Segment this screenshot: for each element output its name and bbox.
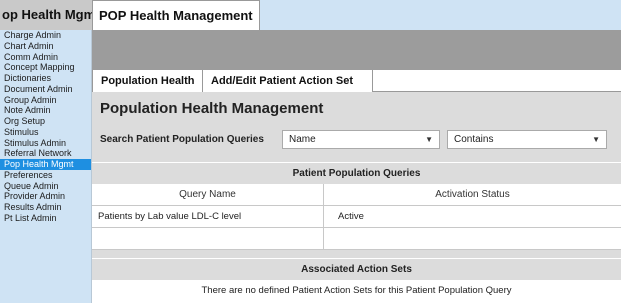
header-band — [92, 30, 621, 70]
tab-population-health[interactable]: Population Health — [92, 70, 203, 92]
sidebar-item-pop-health-mgmt[interactable]: Pop Health Mgmt — [0, 159, 91, 170]
queries-heading: Patient Population Queries — [92, 162, 621, 184]
sidebar-item-group-admin[interactable]: Group Admin — [0, 95, 91, 106]
sidebar-item-results-admin[interactable]: Results Admin — [0, 202, 91, 213]
sidebar-item-note-admin[interactable]: Note Admin — [0, 105, 91, 116]
sidebar-item-document-admin[interactable]: Document Admin — [0, 84, 91, 95]
column-header-activation-status[interactable]: Activation Status — [324, 184, 621, 206]
query-name-cell[interactable]: Patients by Lab value LDL-C level — [92, 206, 324, 228]
activation-status-cell: Active — [338, 211, 364, 222]
table-row[interactable]: Patients by Lab value LDL-C level Active — [92, 206, 621, 228]
sidebar-item-concept-mapping[interactable]: Concept Mapping — [0, 62, 91, 73]
sidebar-title: op Health Mgmt — [0, 0, 92, 30]
sidebar-item-queue-admin[interactable]: Queue Admin — [0, 181, 91, 192]
action-sets-heading: Associated Action Sets — [92, 258, 621, 280]
chevron-down-icon: ▼ — [592, 135, 600, 144]
action-sets-empty-message: There are no defined Patient Action Sets… — [92, 280, 621, 303]
empty-cell — [92, 228, 324, 250]
table-row-empty — [92, 228, 621, 250]
column-header-query-name[interactable]: Query Name — [92, 184, 324, 206]
main-panel: Population Health Management Search Pati… — [92, 92, 621, 303]
sidebar-item-org-setup[interactable]: Org Setup — [0, 116, 91, 127]
sidebar-item-chart-admin[interactable]: Chart Admin — [0, 41, 91, 52]
table-header-row: Query Name Activation Status — [92, 184, 621, 206]
page-title: Population Health Management — [100, 100, 324, 117]
empty-cell — [324, 228, 621, 250]
app-tab-pop-health[interactable]: POP Health Management — [92, 0, 260, 30]
operator-select[interactable]: Contains ▼ — [447, 130, 607, 149]
sidebar-item-referral-network[interactable]: Referral Network — [0, 148, 91, 159]
sidebar-item-stimulus-admin[interactable]: Stimulus Admin — [0, 138, 91, 149]
sidebar-item-pt-list-admin[interactable]: Pt List Admin — [0, 213, 91, 224]
sidebar-item-stimulus[interactable]: Stimulus — [0, 127, 91, 138]
field-select-value: Name — [289, 134, 316, 145]
sidebar-item-preferences[interactable]: Preferences — [0, 170, 91, 181]
queries-table: Query Name Activation Status Patients by… — [92, 184, 621, 250]
sidebar-item-charge-admin[interactable]: Charge Admin — [0, 30, 91, 41]
sidebar: Charge Admin Chart Admin Comm Admin Conc… — [0, 30, 92, 303]
operator-select-value: Contains — [454, 134, 494, 145]
chevron-down-icon: ▼ — [425, 135, 433, 144]
sidebar-item-provider-admin[interactable]: Provider Admin — [0, 191, 91, 202]
sidebar-item-comm-admin[interactable]: Comm Admin — [0, 52, 91, 63]
search-label: Search Patient Population Queries — [100, 134, 264, 145]
field-select[interactable]: Name ▼ — [282, 130, 440, 149]
sidebar-item-dictionaries[interactable]: Dictionaries — [0, 73, 91, 84]
tab-add-edit-patient-action-set[interactable]: Add/Edit Patient Action Set — [203, 70, 373, 92]
tab-bar: Population Health Add/Edit Patient Actio… — [92, 70, 621, 92]
